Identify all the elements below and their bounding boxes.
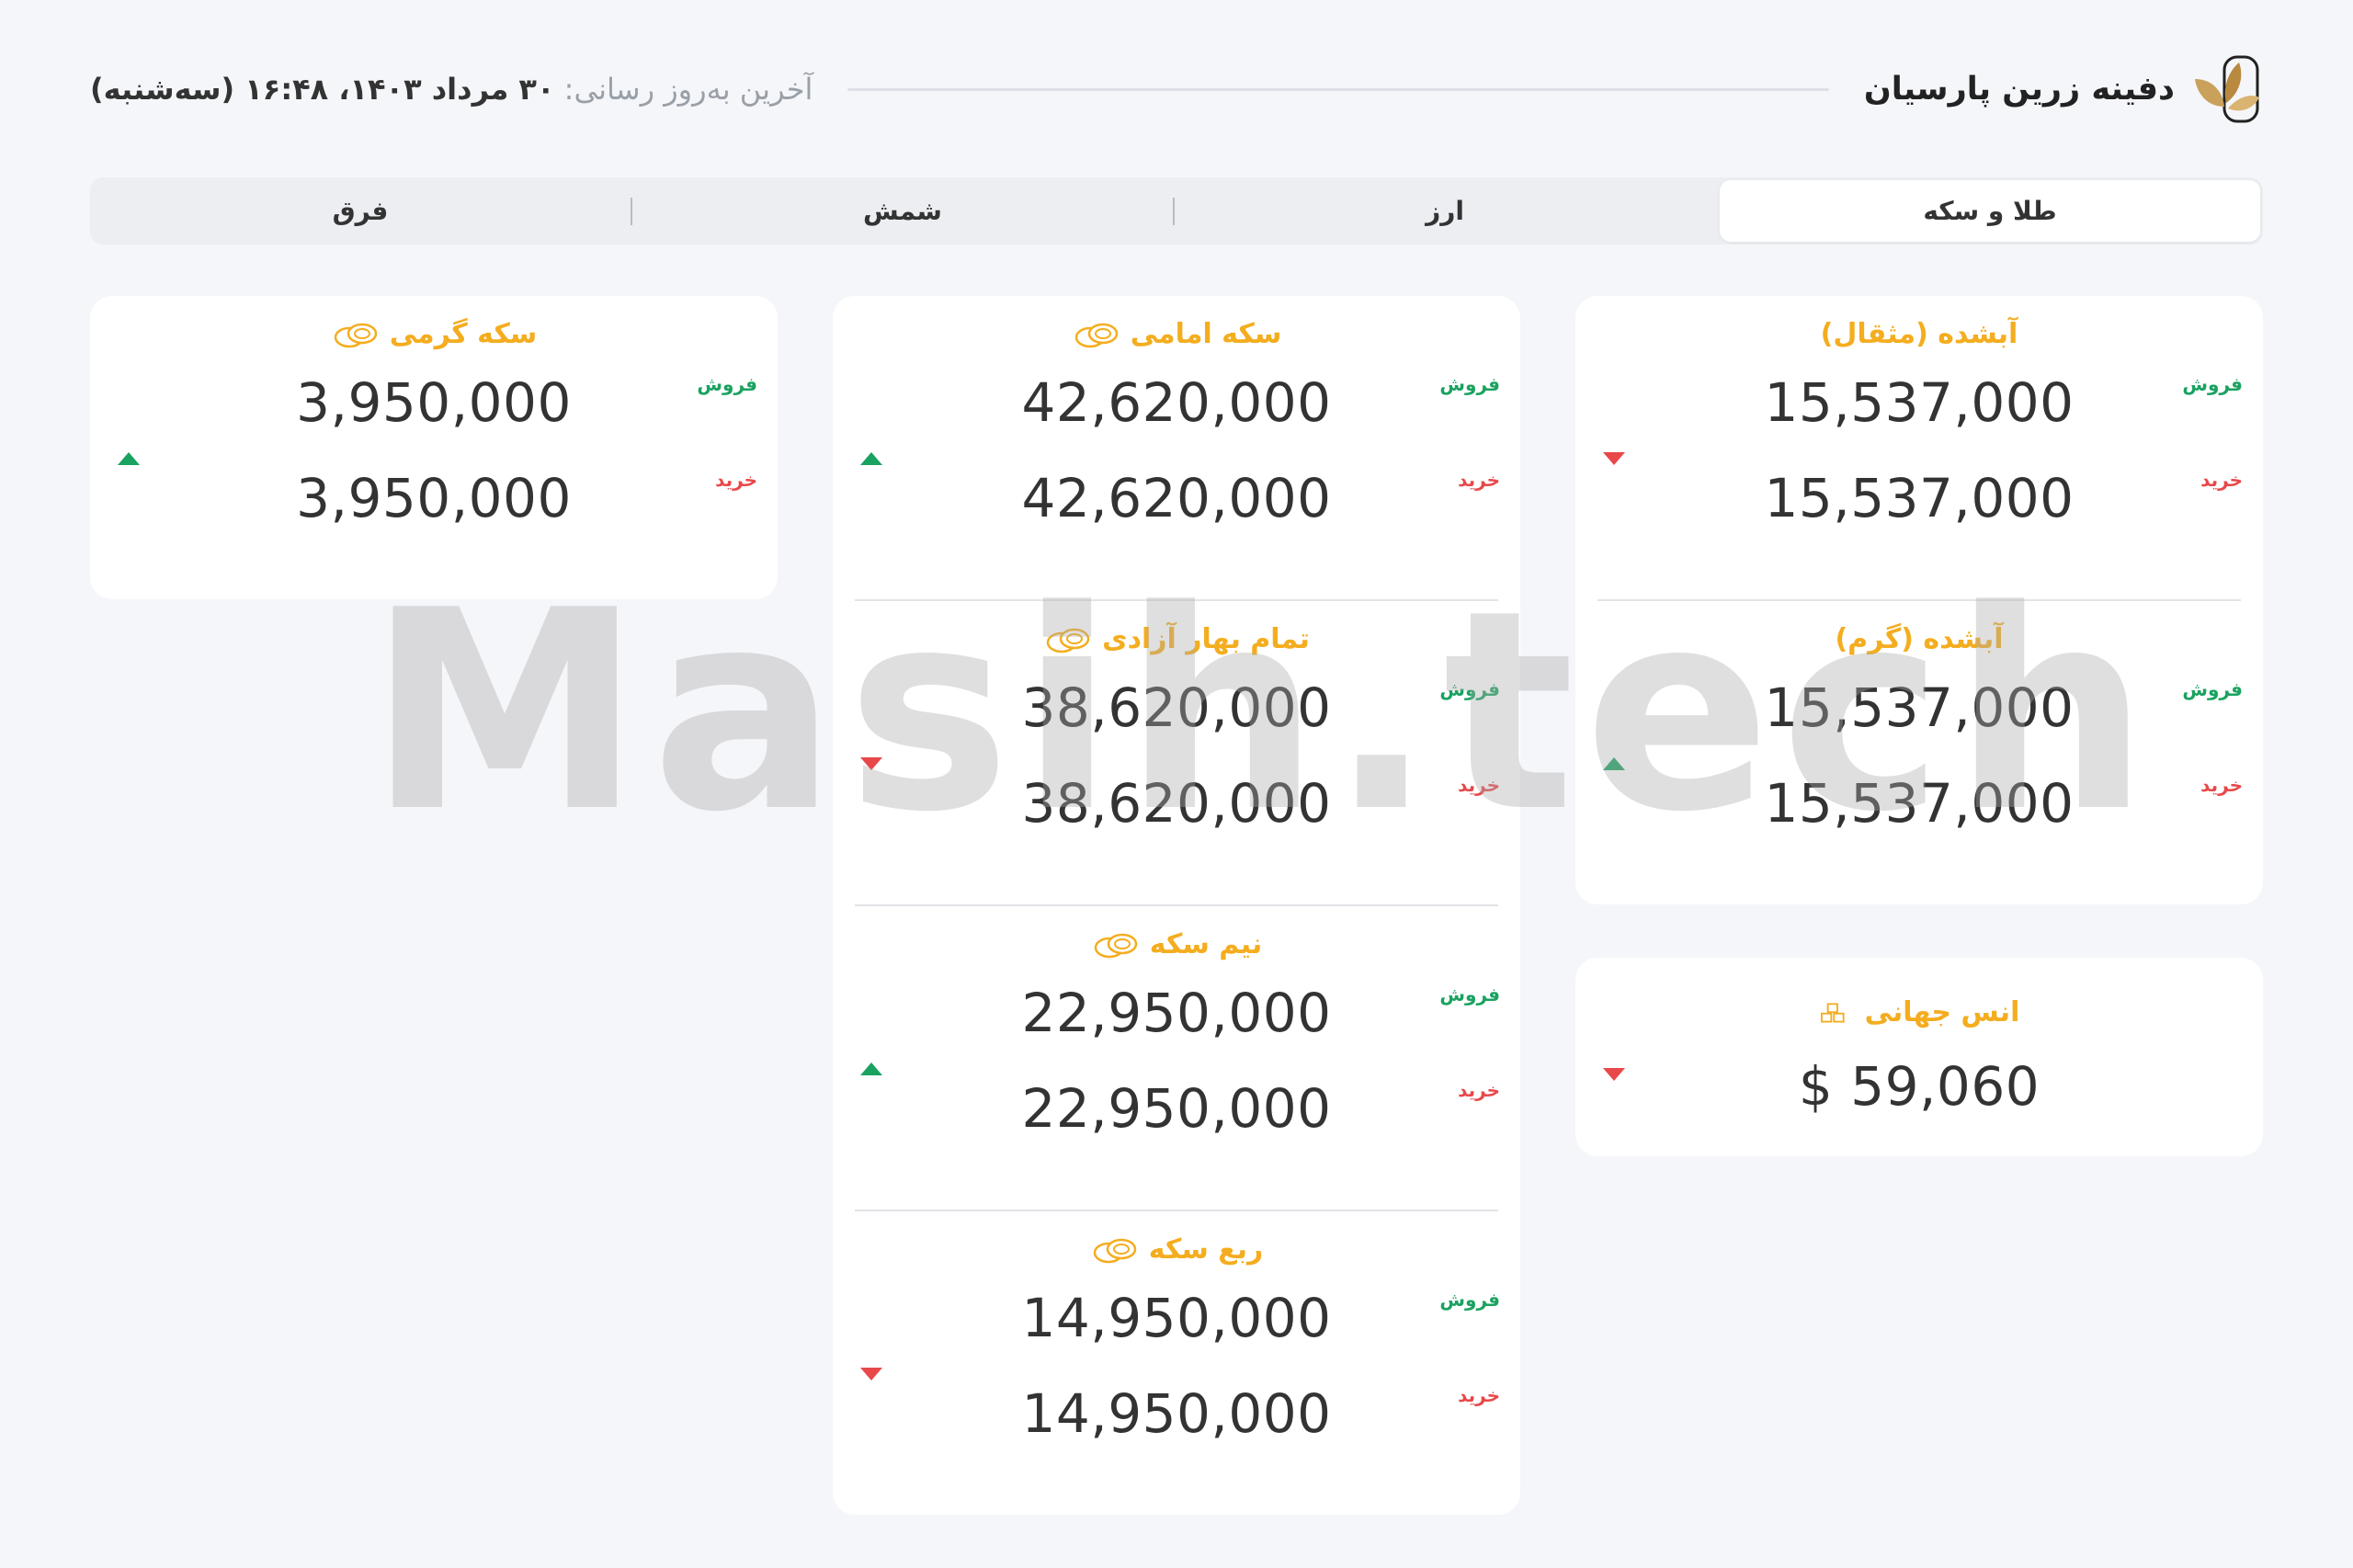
sell-price: 38,620,000 [1021,676,1332,739]
sell-price: 14,950,000 [1021,1287,1332,1349]
left-column: سکه گرمی فروش خرید 3,950,000 3,950,000 [90,296,778,653]
item-title: سکه گرمی [389,318,538,350]
trend-down-icon [860,1368,882,1381]
trend-down-icon [860,757,882,770]
trend-down-icon [1603,1068,1625,1081]
price-item-gram-coin[interactable]: سکه گرمی فروش خرید 3,950,000 3,950,000 [90,296,778,599]
header: دفینه زرین پارسیان آخرین به‌روز رسانی: ۳… [90,53,2263,125]
trend-up-icon [118,452,140,465]
tab-currency[interactable]: ارز [1175,177,1715,244]
trend-up-icon [860,1062,882,1075]
brand[interactable]: دفینه زرین پارسیان [1864,51,2263,127]
trend-up-icon [860,452,882,465]
ounce-card[interactable]: انس جهانی $ 59,060 [1575,958,2263,1156]
coins-icon [1094,933,1137,958]
buy-price: 15,537,000 [1764,772,2075,835]
gold-bars-icon [1820,1002,1845,1023]
item-title: آبشده (گرم) [1835,623,2004,655]
tab-bullion[interactable]: شمش [632,177,1173,244]
coins-icon [1046,628,1090,653]
coins-icon [1093,1238,1136,1263]
coins-icon [334,323,377,347]
coins-card: سکه امامی فروش خرید 42,620,000 42,620,00… [833,296,1520,1515]
price-item-quarter-coin[interactable]: ربع سکه فروش خرید 14,950,000 14,950,000 [855,1210,1500,1515]
item-title: نیم سکه [1149,928,1263,960]
buy-price: 22,950,000 [1021,1077,1332,1140]
sell-price: 15,537,000 [1764,371,2075,434]
ounce-price: $ 59,060 [1798,1055,2040,1118]
last-update: آخرین به‌روز رسانی: ۳۰ مرداد ۱۴۰۳، ۱۶:۴۸… [90,72,813,107]
coins-icon [1074,323,1118,347]
last-update-value: ۳۰ مرداد ۱۴۰۳، ۱۶:۴۸ (سه‌شنبه) [90,72,555,107]
brand-name: دفینه زرین پارسیان [1863,71,2175,108]
tab-gold-coin[interactable]: طلا و سکه [1720,180,2260,242]
price-item-emami-coin[interactable]: سکه امامی فروش خرید 42,620,000 42,620,00… [833,296,1520,599]
price-item-half-coin[interactable]: نیم سکه فروش خرید 22,950,000 22,950,000 [855,904,1500,1210]
item-title: سکه امامی [1130,318,1282,350]
sell-price: 22,950,000 [1021,982,1332,1044]
buy-price: 38,620,000 [1021,772,1332,835]
item-title: انس جهانی [1864,996,2020,1028]
category-tabs: طلا و سکه ارز شمش فرق [90,177,2263,244]
trend-up-icon [1603,757,1625,770]
buy-price: 3,950,000 [296,467,572,529]
right-column: آبشده (مثقال) فروش خرید 15,537,000 15,53… [1575,296,2263,1210]
price-item-bahar-azadi[interactable]: تمام بهار آزادی فروش خرید 38,620,000 38,… [855,599,1500,904]
trend-down-icon [1603,452,1625,465]
item-title: ربع سکه [1148,1233,1264,1266]
last-update-label: آخرین به‌روز رسانی: [563,72,813,107]
leaf-logo-icon [2195,55,2259,123]
item-title: تمام بهار آزادی [1102,623,1310,655]
header-divider [847,87,1829,91]
item-title: آبشده (مثقال) [1820,318,2018,350]
sell-price: 15,537,000 [1764,676,2075,739]
melted-gold-card: آبشده (مثقال) فروش خرید 15,537,000 15,53… [1575,296,2263,904]
sell-price: 42,620,000 [1021,371,1332,434]
buy-price: 15,537,000 [1764,467,2075,529]
price-item-melted-gram[interactable]: آبشده (گرم) فروش خرید 15,537,000 15,537,… [1597,599,2243,904]
buy-price: 42,620,000 [1021,467,1332,529]
middle-column: سکه امامی فروش خرید 42,620,000 42,620,00… [833,296,1520,1568]
price-item-melted-mesghal[interactable]: آبشده (مثقال) فروش خرید 15,537,000 15,53… [1575,296,2263,599]
buy-price: 14,950,000 [1021,1382,1332,1445]
tab-difference[interactable]: فرق [90,177,631,244]
sell-price: 3,950,000 [296,371,572,434]
gram-coin-card: سکه گرمی فروش خرید 3,950,000 3,950,000 [90,296,778,599]
